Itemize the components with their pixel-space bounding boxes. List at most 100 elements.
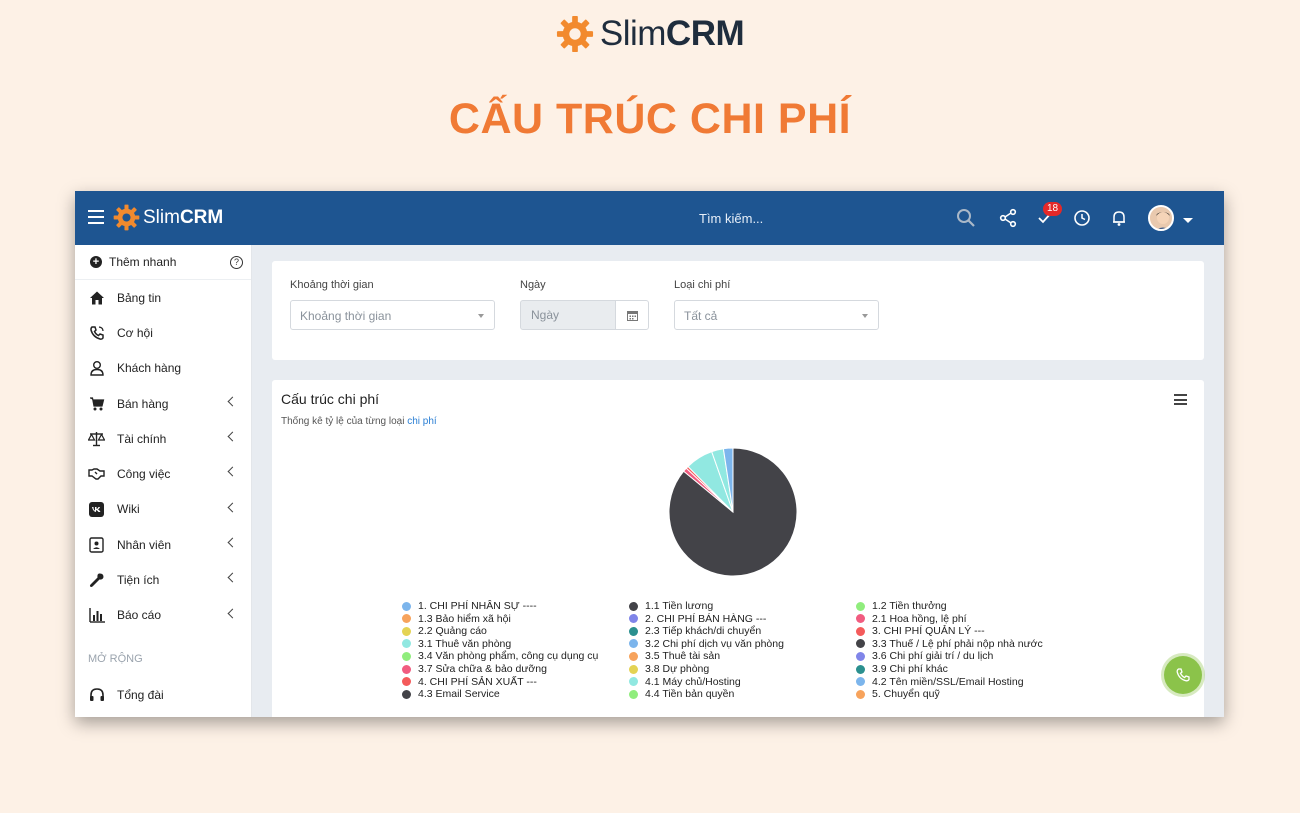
legend-item[interactable]: 2.2 Quảng cáo [402,625,487,637]
pie-chart [668,447,798,577]
expense-type-select[interactable]: Tất cả [674,300,879,330]
chevron-left-icon [227,537,238,548]
user-icon [88,360,105,377]
legend-label: 3.7 Sửa chữa & bảo dưỡng [418,663,547,675]
legend-item[interactable]: 1.2 Tiền thưởng [856,600,947,612]
legend-marker [629,677,638,687]
legend-item[interactable]: 2.3 Tiếp khách/di chuyển [629,625,761,637]
legend-marker [402,651,411,661]
app-window: SlimCRM Tìm kiếm... 18 + Thêm nhanh ? Bả… [75,191,1224,717]
legend-label: 4. CHI PHÍ SẢN XUẤT --- [418,675,537,688]
legend-item[interactable]: 1.1 Tiền lương [629,600,713,612]
legend-label: 3.2 Chi phí dịch vụ văn phòng [645,637,784,650]
sidebar-item-ban-hang[interactable]: Bán hàng [75,386,251,421]
app-logo[interactable]: SlimCRM [113,204,223,231]
gear-logo-icon [113,204,140,231]
brand-name: SlimCRM [599,14,745,53]
legend-marker [856,664,865,674]
legend-item[interactable]: 4.4 Tiền bản quyền [629,688,734,700]
legend-marker [856,689,865,699]
legend-item[interactable]: 3.1 Thuê văn phòng [402,638,511,650]
sidebar-item-bang-tin[interactable]: Bảng tin [75,280,251,315]
help-icon[interactable]: ? [230,255,243,269]
legend-label: 3.5 Thuê tài sản [645,650,721,663]
chevron-left-icon [227,608,238,619]
tasks-badge: 18 [1043,202,1063,216]
legend-label: 3.1 Thuê văn phòng [418,637,512,650]
legend-item[interactable]: 3.6 Chi phí giải trí / du lịch [856,650,993,662]
legend-label: 4.3 Email Service [418,688,500,701]
sidebar-item-label: Cơ hội [117,325,153,340]
top-navbar: SlimCRM Tìm kiếm... 18 [75,191,1224,245]
sidebar-item-tien-ich[interactable]: Tiện ích [75,562,251,597]
sidebar-item-co-hoi[interactable]: Cơ hội [75,315,251,350]
id-card-icon [88,536,105,553]
chevron-down-icon[interactable] [1183,218,1193,223]
legend-item[interactable]: 4.2 Tên miền/SSL/Email Hosting [856,676,1024,688]
sidebar-item-label: Tiện ích [117,573,160,588]
share-icon[interactable] [998,208,1018,228]
legend-item[interactable]: 3.5 Thuê tài sản [629,650,720,662]
legend-label: 1.1 Tiền lương [645,600,714,612]
sidebar-item-khach-hang[interactable]: Khách hàng [75,351,251,386]
bell-icon[interactable] [1109,208,1129,228]
sidebar-item-label: Nhân viên [117,537,172,552]
search-icon[interactable] [956,208,976,228]
sidebar-item-bao-cao[interactable]: Báo cáo [75,598,251,633]
legend-item[interactable]: 3. CHI PHÍ QUẢN LÝ --- [856,625,985,637]
chevron-left-icon [227,396,238,407]
chart-subtitle-link[interactable]: chi phí [407,416,436,427]
legend-marker [402,614,411,624]
legend-item[interactable]: 4.1 Máy chủ/Hosting [629,676,741,688]
call-button[interactable] [1164,656,1202,694]
plus-icon: + [90,256,102,268]
legend-marker [629,639,638,649]
legend-item[interactable]: 5. Chuyển quỹ [856,688,940,700]
hamburger-menu-icon[interactable] [88,210,104,224]
legend-label: 2.3 Tiếp khách/di chuyển [645,625,762,638]
clock-icon[interactable] [1072,208,1092,228]
phone-icon [88,324,105,341]
legend-item[interactable]: 3.3 Thuế / Lệ phí phải nộp nhà nước [856,638,1043,650]
legend-label: 2. CHI PHÍ BÁN HÀNG --- [645,612,767,625]
legend-item[interactable]: 3.7 Sửa chữa & bảo dưỡng [402,663,547,675]
legend-label: 1. CHI PHÍ NHÂN SỰ ---- [418,600,537,612]
legend-item[interactable]: 4. CHI PHÍ SẢN XUẤT --- [402,676,537,688]
period-select[interactable]: Khoảng thời gian [290,300,495,330]
date-input[interactable]: Ngày [520,300,617,330]
chevron-left-icon [227,502,238,513]
sidebar-item-nhan-vien[interactable]: Nhân viên [75,527,251,562]
wrench-icon [88,572,105,589]
sidebar-item-cong-viec[interactable]: Công việc [75,456,251,491]
legend-item[interactable]: 3.2 Chi phí dịch vụ văn phòng [629,638,784,650]
legend-marker [629,626,638,636]
user-avatar[interactable] [1148,205,1174,231]
sidebar-item-tai-chinh[interactable]: Tài chính [75,421,251,456]
legend-marker [402,677,411,687]
legend-item[interactable]: 1. CHI PHÍ NHÂN SỰ ---- [402,600,537,612]
legend-item[interactable]: 3.9 Chi phí khác [856,663,948,675]
dropdown-arrow-icon [478,314,484,318]
scale-icon [88,430,105,447]
quick-add-button[interactable]: + Thêm nhanh ? [75,245,251,280]
legend-item[interactable]: 4.3 Email Service [402,688,500,700]
sidebar-item-label: Bán hàng [117,396,169,411]
legend-item[interactable]: 2. CHI PHÍ BÁN HÀNG --- [629,613,766,625]
legend-item[interactable]: 3.8 Dự phòng [629,663,709,675]
legend-label: 4.4 Tiền bản quyền [645,688,735,701]
date-input-value: Ngày [531,308,560,322]
calendar-button[interactable] [615,300,649,330]
search-input[interactable]: Tìm kiếm... [699,211,763,226]
chart-menu-icon[interactable] [1174,394,1187,405]
sidebar-item-tong-dai[interactable]: Tổng đài [75,677,251,712]
legend-item[interactable]: 2.1 Hoa hồng, lệ phí [856,613,967,625]
sidebar-item-label: Wiki [117,502,140,517]
sidebar-item-label: Tài chính [117,431,167,446]
legend-item[interactable]: 3.4 Văn phòng phẩm, công cụ dụng cụ [402,650,598,662]
sidebar-item-wiki[interactable]: Wiki [75,492,251,527]
quick-add-label: Thêm nhanh [109,255,177,269]
legend-marker [856,601,865,611]
calendar-icon [626,310,638,321]
period-select-value: Khoảng thời gian [300,309,392,323]
legend-item[interactable]: 1.3 Bảo hiểm xã hội [402,613,511,625]
